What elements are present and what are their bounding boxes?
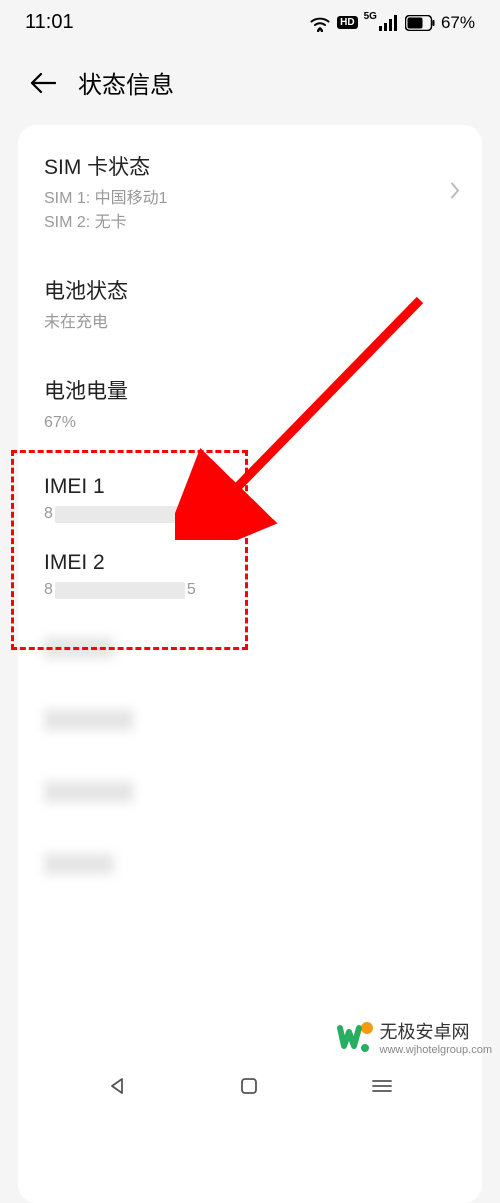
battery-status-item: 电池状态 未在充电: [18, 255, 482, 355]
chevron-right-icon: [450, 182, 460, 205]
blurred-item: [44, 637, 114, 659]
triangle-back-icon: [107, 1076, 127, 1096]
imei1-item: IMEI 1 83: [18, 455, 482, 537]
redacted-block: [55, 506, 185, 523]
hd-badge: HD: [337, 16, 357, 29]
sim1-value: SIM 1: 中国移动1: [44, 187, 456, 211]
watermark-url: www.wjhotelgroup.com: [380, 1044, 493, 1056]
blurred-item: [44, 709, 134, 731]
blurred-item: [44, 853, 114, 875]
battery-status-value: 未在充电: [44, 311, 456, 335]
network-5g-label: 5G: [364, 11, 377, 22]
imei2-item: IMEI 2 85: [18, 537, 482, 619]
watermark-logo-icon: [337, 1018, 375, 1056]
arrow-left-icon: [30, 72, 56, 94]
imei1-value: 83: [44, 505, 456, 523]
square-home-icon: [240, 1077, 258, 1095]
sim-status-title: SIM 卡状态: [44, 151, 456, 181]
signal-icon: [379, 15, 399, 31]
battery-percent: 67%: [441, 13, 475, 33]
page-header: 状态信息: [0, 45, 500, 125]
nav-home-button[interactable]: [240, 1077, 258, 1100]
status-bar: 11:01 HD 5G 67%: [0, 0, 500, 45]
sim-status-item[interactable]: SIM 卡状态 SIM 1: 中国移动1 SIM 2: 无卡: [18, 131, 482, 255]
back-button[interactable]: [30, 72, 56, 94]
blurred-item: [44, 781, 134, 803]
nav-back-button[interactable]: [107, 1076, 127, 1101]
watermark-title: 无极安卓网: [380, 1018, 493, 1044]
redacted-block: [55, 582, 185, 599]
battery-level-title: 电池电量: [44, 375, 456, 405]
imei2-value: 85: [44, 581, 456, 599]
status-icons-group: HD 5G 67%: [309, 13, 475, 33]
imei1-title: IMEI 1: [44, 475, 456, 499]
sim2-value: SIM 2: 无卡: [44, 211, 456, 235]
battery-status-title: 电池状态: [44, 275, 456, 305]
wifi-icon: [309, 14, 331, 32]
status-time: 11:01: [25, 11, 74, 34]
imei2-title: IMEI 2: [44, 551, 456, 575]
bars-recents-icon: [371, 1077, 393, 1095]
blurred-region: [18, 619, 482, 943]
battery-level-item: 电池电量 67%: [18, 355, 482, 455]
watermark: 无极安卓网 www.wjhotelgroup.com: [337, 1018, 493, 1056]
nav-recents-button[interactable]: [371, 1077, 393, 1100]
page-title: 状态信息: [78, 65, 174, 100]
battery-icon: [405, 15, 435, 31]
system-nav-bar: [0, 1058, 500, 1118]
battery-level-value: 67%: [44, 411, 456, 435]
